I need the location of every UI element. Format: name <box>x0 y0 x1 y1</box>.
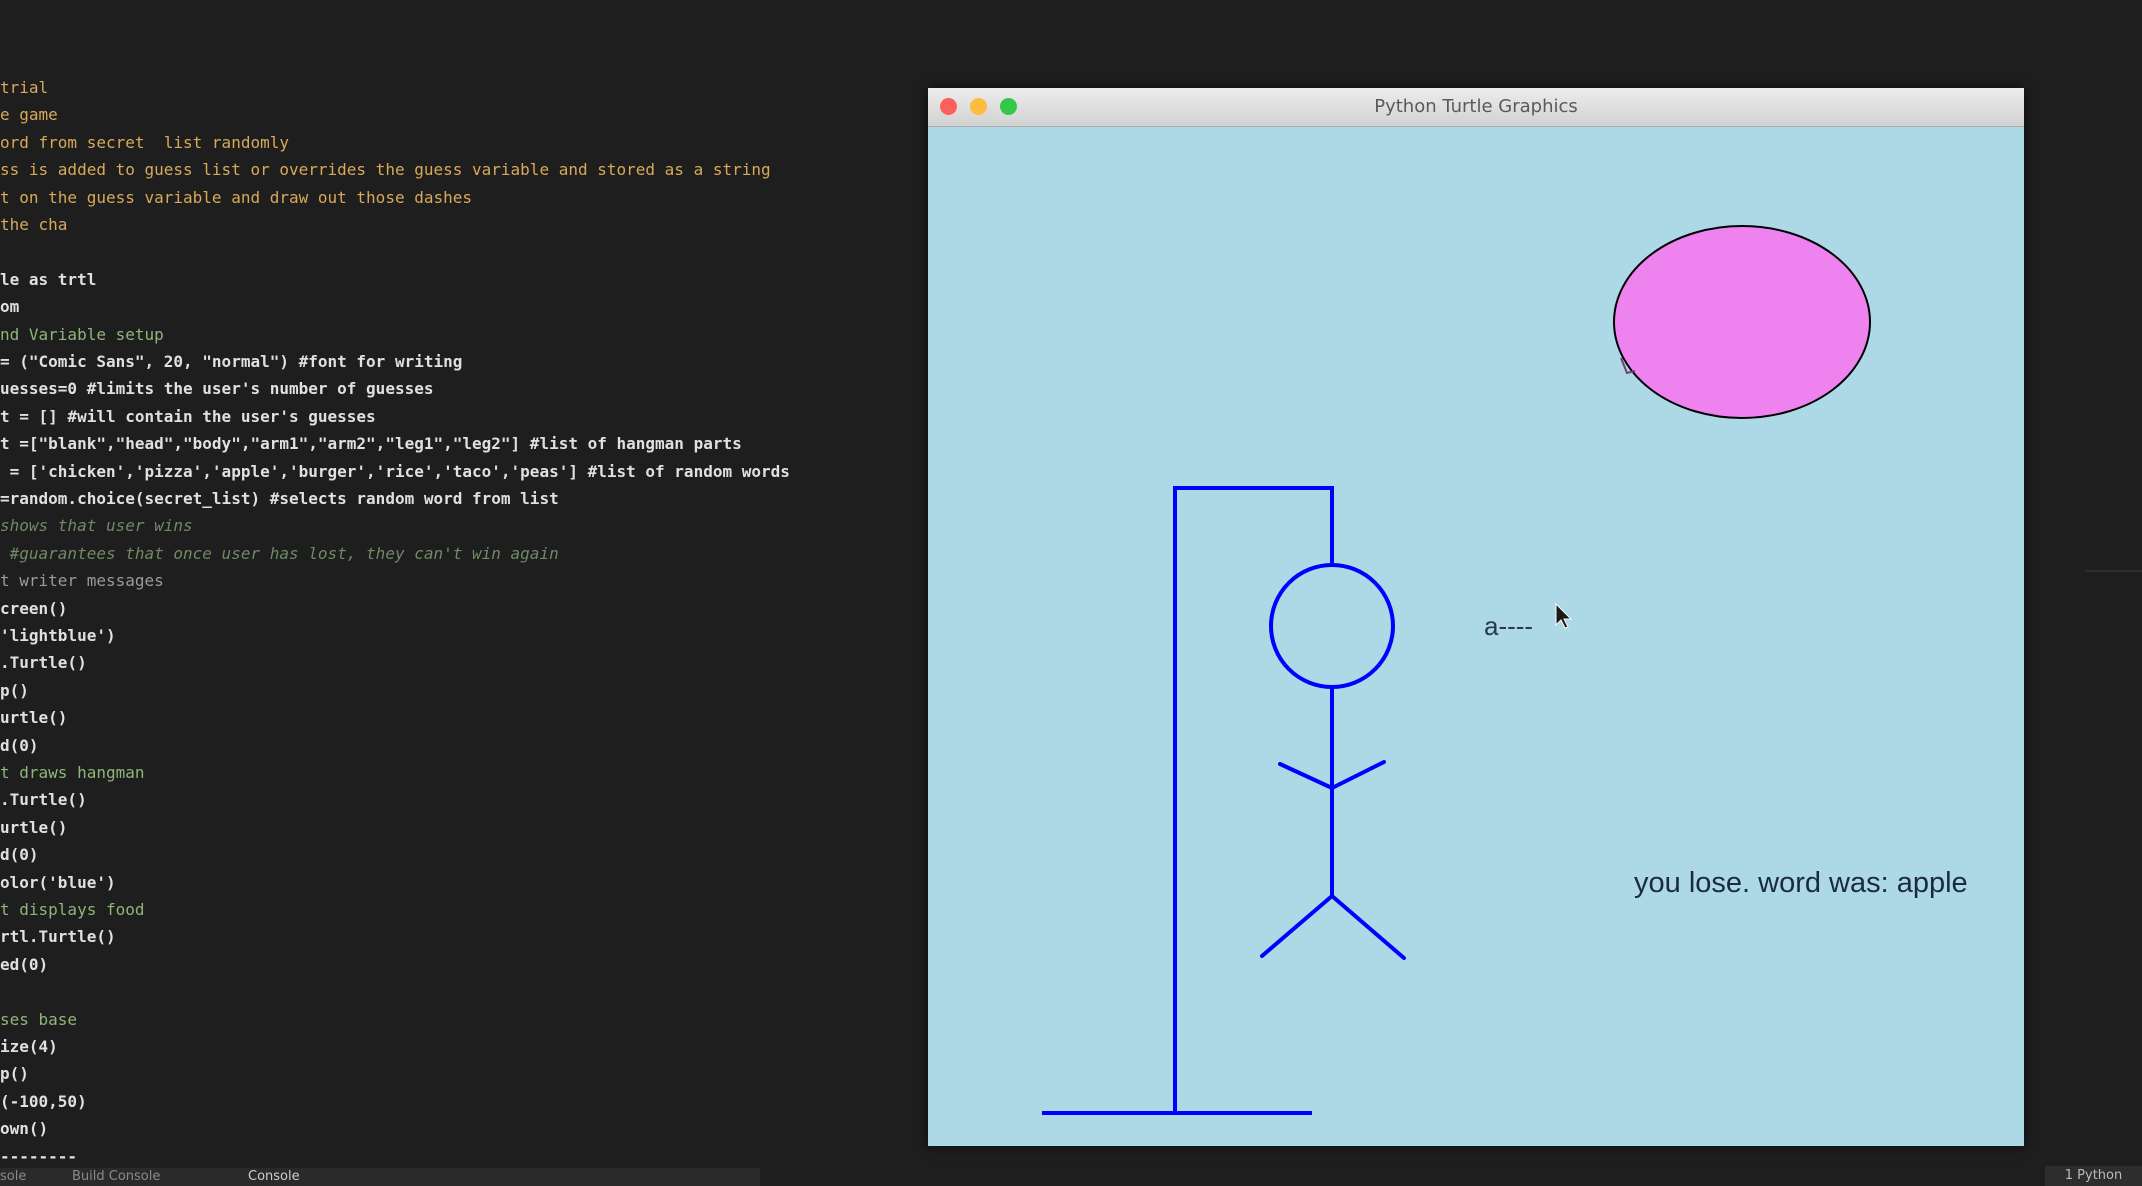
status-tab-active-console[interactable]: Console <box>248 1169 300 1184</box>
code-line: le as trtl <box>0 269 97 289</box>
editor-status-bar: sole Build Console Console <box>0 1168 760 1186</box>
code-line: uesses=0 #limits the user's number of gu… <box>0 379 434 399</box>
code-line: (-100,50) <box>0 1091 87 1111</box>
mouse-cursor-icon <box>1555 602 1573 629</box>
hangman-leg-right <box>1330 894 1406 960</box>
code-line: = ("Comic Sans", 20, "normal") #font for… <box>0 352 463 371</box>
code-line: ord from secret list randomly <box>0 132 289 152</box>
code-line: trial <box>0 78 49 97</box>
hangman-head <box>1269 563 1395 689</box>
code-line: creen() <box>0 598 68 618</box>
code-line: ize(4) <box>0 1037 58 1056</box>
code-line: urtle() <box>0 817 68 837</box>
code-line: ed(0) <box>0 954 49 974</box>
code-line: d(0) <box>0 845 39 865</box>
code-line: t displays food <box>0 900 145 919</box>
turtle-drawing: a---- you lose. word was: apple <box>1042 225 1968 1115</box>
status-tab-build-console[interactable]: Build Console <box>72 1169 160 1184</box>
code-editor[interactable]: trial e game ord from secret list randomly… <box>0 0 930 1186</box>
code-line: p() <box>0 1064 29 1084</box>
hangman-arm-left <box>1278 762 1334 790</box>
code-line: 'lightblue') <box>0 626 116 645</box>
code-line: own() <box>0 1119 49 1139</box>
code-line: t =["blank","head","body","arm1","arm2",… <box>0 434 742 454</box>
editor-divider <box>2085 570 2142 572</box>
code-line: t writer messages <box>0 571 164 591</box>
code-line: om <box>0 297 20 317</box>
code-line: .Turtle() <box>0 790 87 810</box>
hangman-figure <box>1260 563 1406 960</box>
food-balloon <box>1613 225 1871 419</box>
code-line: -------- <box>0 1146 78 1166</box>
code-line: .Turtle() <box>0 653 87 673</box>
language-indicator[interactable]: 1 Python <box>2045 1166 2142 1186</box>
code-line: the cha <box>0 215 68 234</box>
guess-display: a---- <box>1484 611 1533 641</box>
turtle-graphics-window: Python Turtle Graphics a---- you lose. w… <box>928 88 2024 1146</box>
code-line: =random.choice(secret_list) #selects ran… <box>0 489 559 508</box>
code-line: olor('blue') <box>0 872 116 892</box>
code-line: t = [] #will contain the user's guesses <box>0 406 376 426</box>
code-line: e game <box>0 105 58 125</box>
window-titlebar[interactable]: Python Turtle Graphics <box>928 88 2024 127</box>
code-line: ss is added to guess list or overrides t… <box>0 160 771 180</box>
code-line: p() <box>0 680 29 700</box>
code-line: urtle() <box>0 708 68 728</box>
code-line: rtl.Turtle() <box>0 927 116 947</box>
window-title: Python Turtle Graphics <box>1374 96 1578 117</box>
code-line: = ['chicken','pizza','apple','burger','r… <box>0 461 790 481</box>
code-line: d(0) <box>0 735 39 755</box>
hangman-arm-right <box>1330 760 1386 790</box>
code-line: nd Variable setup <box>0 324 164 344</box>
code-line: #guarantees that once user has lost, the… <box>0 543 559 563</box>
status-tab-console[interactable]: sole <box>0 1169 26 1184</box>
code-line: ses base <box>0 1009 78 1029</box>
code-line: t on the guess variable and draw out tho… <box>0 187 473 207</box>
code-line: shows that user wins <box>0 516 193 536</box>
game-over-message: you lose. word was: apple <box>1634 867 1968 899</box>
code-line: t draws hangman <box>0 763 145 782</box>
hangman-leg-left <box>1260 894 1334 958</box>
turtle-canvas[interactable]: a---- you lose. word was: apple <box>932 128 2020 1142</box>
